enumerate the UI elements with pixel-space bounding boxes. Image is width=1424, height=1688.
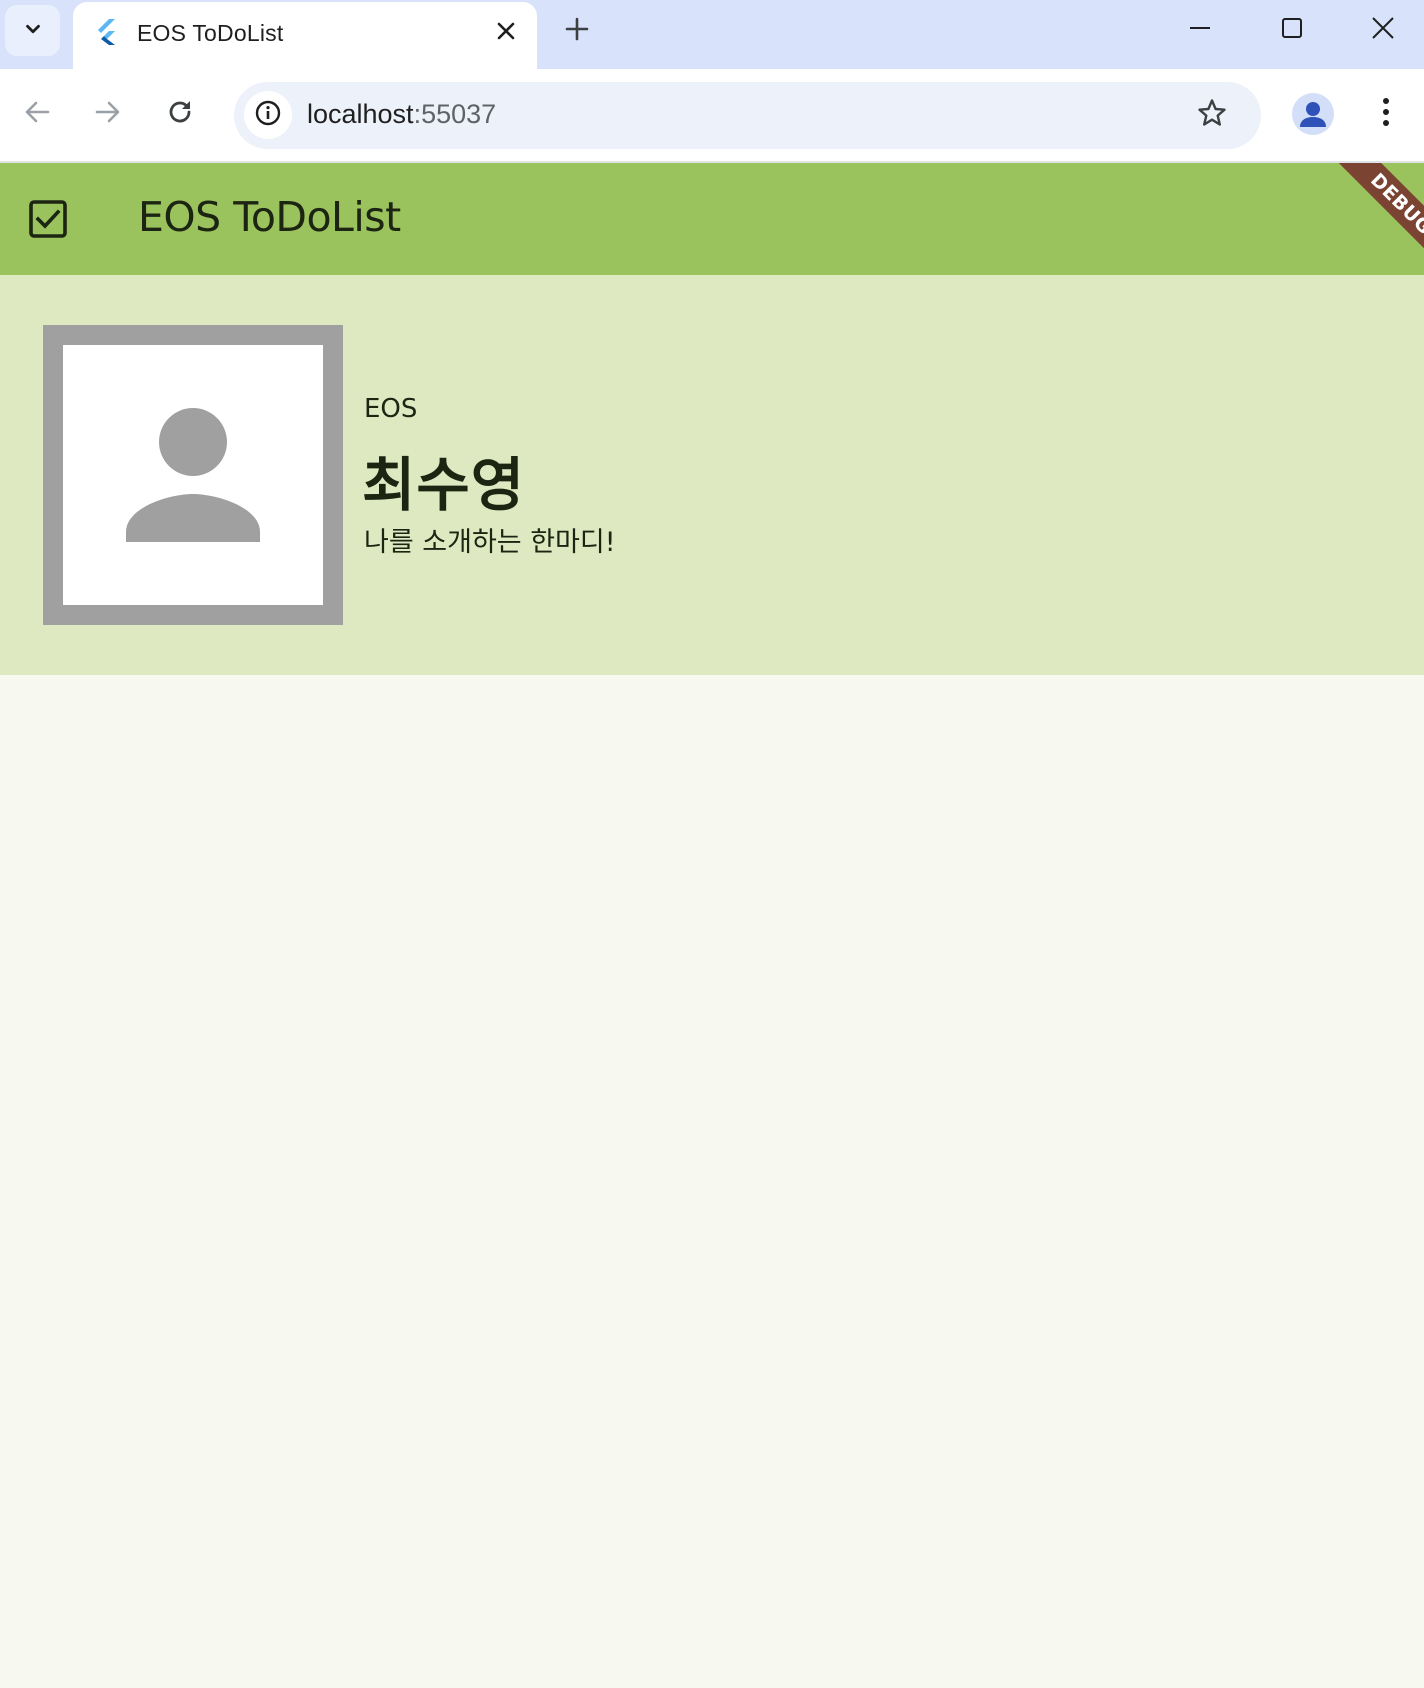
star-icon [1197,98,1227,132]
todo-list-area [0,675,1424,1688]
avatar [43,325,343,625]
site-info-button[interactable] [244,91,292,139]
minimize-button[interactable] [1170,8,1230,52]
profile-card: EOS 최수영 나를 소개하는 한마디! [0,275,1424,675]
arrow-right-icon [94,98,122,130]
browser-tab[interactable]: EOS ToDoList [73,2,537,69]
organization-label: EOS [364,394,418,424]
reload-icon [166,98,194,130]
forward-button[interactable] [86,92,130,136]
plus-icon [565,17,589,45]
url-text: localhost:55037 [307,99,496,130]
close-icon[interactable] [491,16,521,46]
tab-title: EOS ToDoList [137,20,284,46]
user-intro: 나를 소개하는 한마디! [364,527,616,558]
debug-banner: DEBUG [1316,163,1424,275]
user-name: 최수영 [362,451,526,519]
person-icon [1292,102,1334,135]
reload-button[interactable] [158,92,202,136]
maximize-icon [1280,16,1304,44]
minimize-icon [1188,16,1212,44]
window-close-button[interactable] [1353,8,1413,52]
browser-tab-strip: EOS ToDoList [0,0,1424,69]
tab-search-button[interactable] [5,5,60,56]
flutter-icon [93,18,119,46]
url-host: localhost [307,99,414,129]
avatar-image [63,345,323,605]
url-port: :55037 [413,99,497,129]
chevron-down-icon [22,18,44,44]
arrow-left-icon [23,98,51,130]
more-vert-icon [1381,97,1391,131]
profile-button[interactable] [1292,93,1334,135]
back-button[interactable] [15,92,59,136]
close-icon [1371,16,1395,44]
info-icon [254,99,282,131]
app-title: EOS ToDoList [138,193,401,241]
browser-menu-button[interactable] [1364,92,1408,136]
app-bar: EOS ToDoList DEBUG [0,163,1424,275]
check-box-icon [27,198,69,240]
person-icon [63,408,323,609]
new-tab-button[interactable] [560,14,594,48]
address-bar[interactable]: localhost:55037 [234,82,1261,149]
maximize-button[interactable] [1262,8,1322,52]
bookmark-button[interactable] [1189,92,1235,138]
browser-toolbar: localhost:55037 [0,69,1424,162]
